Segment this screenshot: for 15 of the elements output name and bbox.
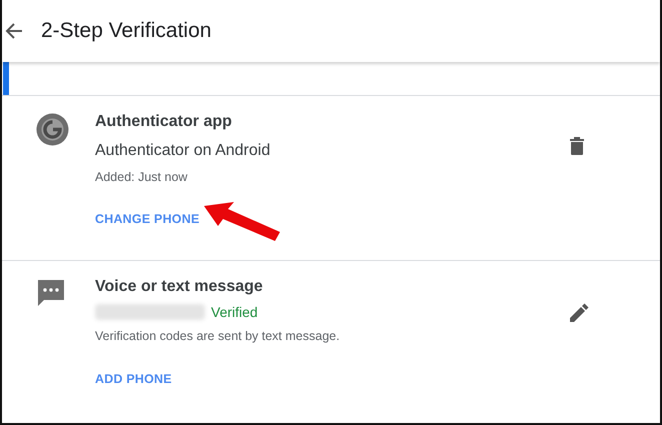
device-name: Authenticator on Android: [95, 142, 270, 160]
selection-bar: [3, 62, 9, 95]
message-bubble-icon: [36, 278, 66, 308]
authenticator-logo-icon: [36, 113, 69, 146]
method-note: Added: Just now: [95, 170, 188, 184]
action-link[interactable]: ADD PHONE: [95, 372, 172, 386]
page-title: 2-Step Verification: [41, 19, 212, 43]
action-link[interactable]: CHANGE PHONE: [95, 212, 200, 226]
method-title: Voice or text message: [95, 278, 263, 296]
method-title: Authenticator app: [95, 113, 232, 131]
method-note: Verification codes are sent by text message.: [95, 329, 340, 343]
trash-icon[interactable]: [570, 137, 584, 155]
verified-status: Verified: [211, 304, 258, 320]
back-arrow-icon[interactable]: [5, 23, 23, 39]
edit-pencil-icon[interactable]: [570, 303, 589, 322]
